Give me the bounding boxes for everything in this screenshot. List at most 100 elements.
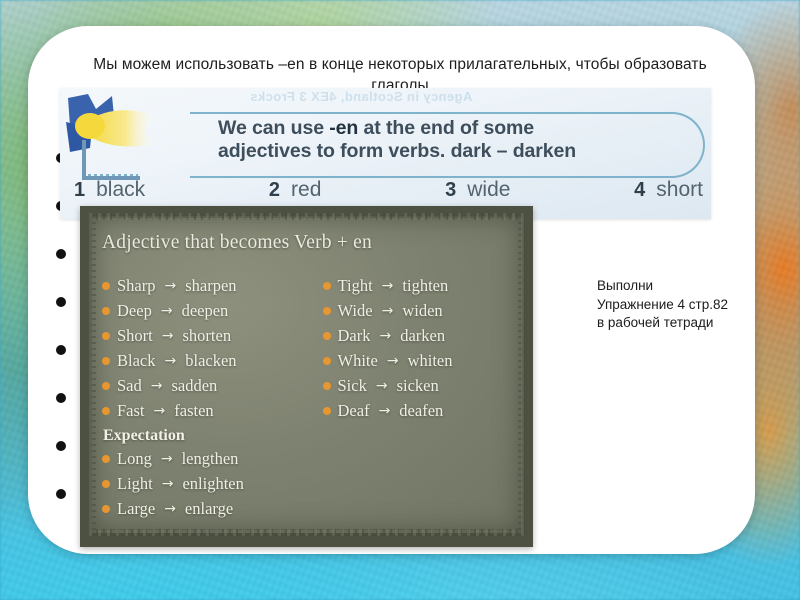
verb-pair-item: Long → lengthen <box>102 447 295 471</box>
verb-card-heading: Adjective that becomes Verb + en <box>102 232 372 253</box>
verb-pair-verb: sicken <box>396 376 439 395</box>
bullet-dot-icon <box>56 345 66 355</box>
slide-title-line-1: Мы можем использовать –en в конце некото… <box>93 56 707 73</box>
verb-pair-verb: whiten <box>407 351 453 370</box>
bullet-dot-icon <box>322 357 331 365</box>
bullet-dot-icon <box>322 382 331 390</box>
verb-pair-item: Sharp → sharpen <box>102 274 295 298</box>
arrow-right-icon: → <box>161 476 174 492</box>
verb-pair-adjective: Tight <box>337 276 373 295</box>
homework-note: Выполни Упражнение 4 стр.82 в рабочей те… <box>597 277 728 333</box>
scan-callout-text-post: at the end of some <box>358 117 535 139</box>
scan-callout-text-pre: We can use <box>218 117 330 139</box>
verb-pair-item: Light → enlighten <box>102 472 295 496</box>
verb-pair-item: White → whiten <box>322 349 516 373</box>
bullet-dot-icon <box>322 282 331 290</box>
scan-word-number: 3 <box>445 179 457 201</box>
verb-pair-verb: lengthen <box>181 449 239 468</box>
arrow-right-icon: → <box>375 378 388 394</box>
arrow-right-icon: → <box>161 328 174 344</box>
verb-pair-item: Fast → fasten <box>102 399 295 423</box>
scan-word-text: black <box>96 178 146 201</box>
bullet-dot-icon <box>322 332 331 340</box>
arrow-right-icon: → <box>164 501 176 517</box>
bullet-dot-icon <box>56 249 66 259</box>
arrow-right-icon: → <box>386 353 399 369</box>
bullet-dot-icon <box>102 282 110 290</box>
bullet-dot-icon <box>322 307 331 315</box>
scan-word-text: wide <box>467 178 511 201</box>
bullet-dot-icon <box>102 332 110 340</box>
bullet-dot-icon <box>102 382 110 390</box>
bullet-dot-icon <box>102 505 110 513</box>
verb-pair-adjective: Deep <box>117 301 152 320</box>
verb-pair-item: Wide → widen <box>322 299 516 323</box>
verb-card: Adjective that becomes Verb + en Sharp → s… <box>80 206 533 547</box>
bullet-dot-icon <box>102 307 110 315</box>
arrow-right-icon: → <box>378 403 391 419</box>
verb-pair-adjective: Dark <box>337 326 371 345</box>
verb-pair-item: Dark → darken <box>322 324 516 348</box>
scan-word-item: 2 red <box>269 178 321 202</box>
verb-pair-verb: darken <box>400 326 446 345</box>
verb-card-subheading: Expectation <box>103 427 185 444</box>
scan-word-row: 1 black 2 red 3 wide 4 short <box>74 178 703 202</box>
verb-pair-item: Deaf → deafen <box>322 399 516 423</box>
scan-callout-line-1: We can use -en at the end of some <box>218 117 534 140</box>
verb-pair-adjective: Deaf <box>337 401 370 420</box>
scan-callout-text-emphasis: -en <box>329 117 359 139</box>
verb-pair-adjective: Wide <box>337 301 373 320</box>
arrow-right-icon: → <box>164 353 177 369</box>
verb-pair-adjective: Fast <box>117 401 145 420</box>
verb-pair-item: Sad → sadden <box>102 374 295 398</box>
scan-word-text: red <box>291 178 322 201</box>
bullet-dot-icon <box>102 357 110 365</box>
verb-pair-item: Tight → tighten <box>322 274 516 298</box>
scan-word-item: 3 wide <box>445 178 510 202</box>
verb-pair-adjective: Long <box>117 449 152 468</box>
verb-pair-verb: enlighten <box>182 474 244 493</box>
bullet-dot-icon <box>56 393 66 403</box>
verb-pair-item: Deep → deepen <box>102 299 295 323</box>
homework-note-line-2: Упражнение 4 стр.82 <box>597 296 729 312</box>
verb-pair-verb: sharpen <box>185 276 237 295</box>
verb-pair-adjective: White <box>337 351 378 370</box>
verb-pair-adjective: Black <box>117 351 156 370</box>
verb-pair-verb: deepen <box>181 301 229 320</box>
textbook-scan-image: Agency in Scotland, 4EX 3 Frocks We can … <box>60 88 711 219</box>
verb-card-content: Adjective that becomes Verb + en Sharp → s… <box>80 206 533 547</box>
arrow-right-icon: → <box>381 278 394 294</box>
verb-pair-adjective: Sick <box>337 376 367 395</box>
verb-pair-verb: blacken <box>185 351 237 370</box>
bullet-dot-icon <box>102 407 110 415</box>
verb-column-right: Tight → tighten Wide → widen Dark → darken White →… <box>322 274 516 522</box>
arrow-right-icon: → <box>379 328 392 344</box>
scan-word-item: 4 short <box>634 178 703 202</box>
verb-pair-verb: enlarge <box>184 499 234 518</box>
arrow-right-icon: → <box>153 403 166 419</box>
bullet-dot-icon <box>56 441 66 451</box>
scan-word-number: 2 <box>268 179 281 201</box>
verb-pair-adjective: Light <box>117 474 153 493</box>
bullet-dot-icon <box>56 489 66 499</box>
verb-column-left: Sharp → sharpen Deep → deepen Short → shorten Bla… <box>102 274 295 522</box>
scan-ghost-text: Agency in Scotland, 4EX 3 Frocks <box>250 89 473 104</box>
verb-pair-adjective: Short <box>117 326 153 345</box>
verb-columns: Sharp → sharpen Deep → deepen Short → shorten Bla… <box>102 274 515 522</box>
verb-pair-item: Short → shorten <box>102 324 295 348</box>
bullet-dot-icon <box>102 480 110 488</box>
verb-pair-verb: widen <box>402 301 443 320</box>
bullet-dot-icon <box>56 297 66 307</box>
scan-word-number: 4 <box>634 179 646 201</box>
arrow-right-icon: → <box>381 303 394 319</box>
verb-pair-item: Black → blacken <box>102 349 295 373</box>
verb-pair-verb: deafen <box>399 401 444 420</box>
verb-pair-adjective: Sad <box>117 376 142 395</box>
arrow-right-icon: → <box>160 451 173 467</box>
bullet-dot-icon <box>322 407 331 415</box>
homework-note-line-3: в рабочей тетради <box>597 315 714 330</box>
scan-word-item: 1 black <box>74 178 145 202</box>
bullet-dot-icon <box>102 455 110 463</box>
verb-pair-adjective: Large <box>117 499 156 518</box>
verb-pair-verb: fasten <box>174 401 214 420</box>
